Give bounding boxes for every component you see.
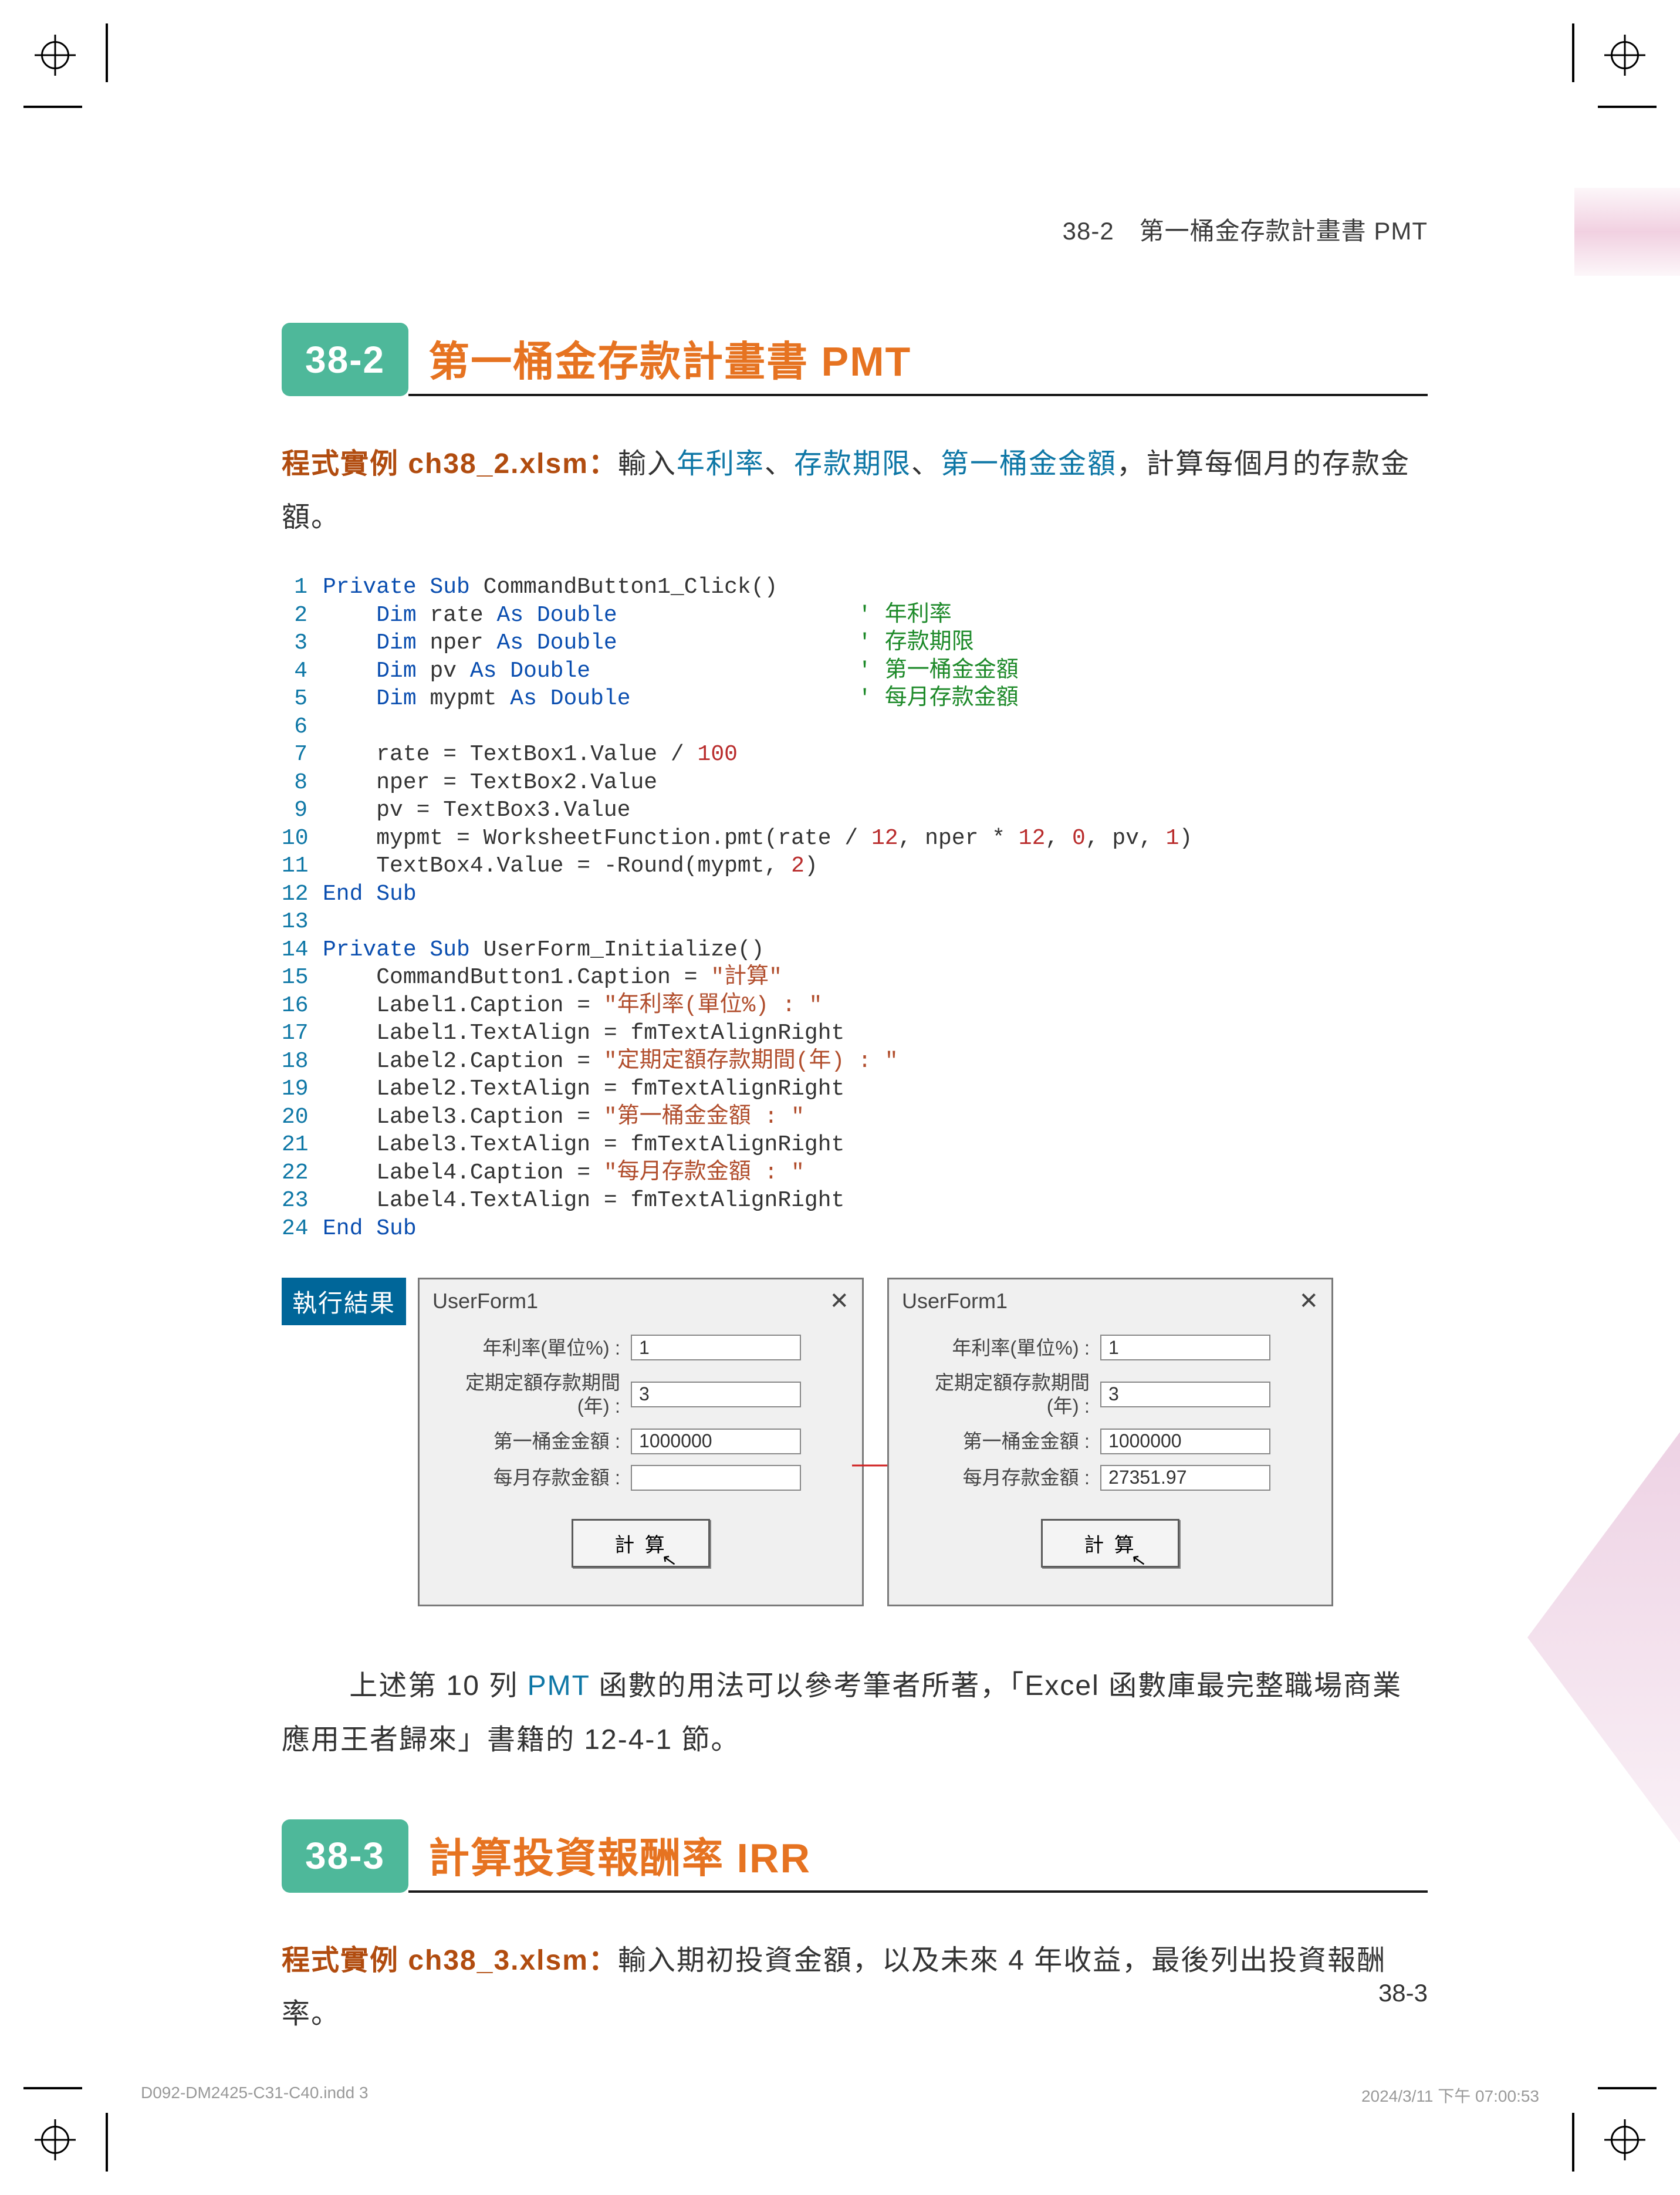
line-number: 15 — [282, 964, 323, 992]
input-rate[interactable] — [1100, 1335, 1270, 1360]
section-badge-38-3: 38-3 — [282, 1819, 408, 1893]
input-monthly[interactable] — [1100, 1465, 1270, 1491]
line-number: 19 — [282, 1075, 323, 1103]
code-line: 5 Dim mypmt As Double ' 每月存款金額 — [282, 685, 1428, 713]
input-target[interactable] — [631, 1429, 801, 1454]
code-line: 11 TextBox4.Value = -Round(mypmt, 2) — [282, 852, 1428, 880]
intro-38-2: 程式實例 ch38_2.xlsm：輸入年利率、存款期限、第一桶金金額，計算每個月… — [282, 437, 1428, 544]
code-line: 16 Label1.Caption = "年利率(單位%) : " — [282, 992, 1428, 1020]
label-monthly: 每月存款金額 : — [912, 1466, 1100, 1490]
code-line: 7 rate = TextBox1.Value / 100 — [282, 741, 1428, 769]
code-line: 9 pv = TextBox3.Value — [282, 796, 1428, 825]
indd-filename: D092-DM2425-C31-C40.indd 3 — [141, 2083, 369, 2107]
line-number: 14 — [282, 936, 323, 964]
section-title-38-2: 第一桶金存款計畫書 PMT — [408, 323, 1428, 396]
paragraph-pmt-note: 上述第 10 列 PMT 函數的用法可以參考筆者所著，「Excel 函數庫最完整… — [282, 1659, 1428, 1766]
code-line: 15 CommandButton1.Caption = "計算" — [282, 964, 1428, 992]
input-period[interactable] — [631, 1382, 801, 1407]
close-icon[interactable]: ✕ — [830, 1288, 850, 1315]
code-line: 2 Dim rate As Double ' 年利率 — [282, 602, 1428, 630]
code-line: 6 — [282, 713, 1428, 741]
code-line: 12End Sub — [282, 880, 1428, 909]
line-number: 20 — [282, 1103, 323, 1132]
line-number: 7 — [282, 741, 323, 769]
line-number: 3 — [282, 629, 323, 657]
code-line: 8 nper = TextBox2.Value — [282, 769, 1428, 797]
close-icon[interactable]: ✕ — [1299, 1288, 1319, 1315]
userform-pair: UserForm1 ✕ 年利率(單位%) : 定期定額存款期間(年) : 第一桶… — [418, 1278, 1333, 1606]
line-number: 6 — [282, 713, 323, 741]
page-number: 38-3 — [1378, 1979, 1428, 2007]
line-number: 11 — [282, 852, 323, 880]
label-period: 定期定額存款期間(年) : — [912, 1371, 1100, 1417]
line-number: 10 — [282, 825, 323, 853]
line-number: 22 — [282, 1159, 323, 1187]
code-line: 1Private Sub CommandButton1_Click() — [282, 573, 1428, 602]
label-rate: 年利率(單位%) : — [443, 1336, 631, 1360]
code-line: 17 Label1.TextAlign = fmTextAlignRight — [282, 1019, 1428, 1048]
running-head: 38-2 第一桶金存款計畫書 PMT — [1063, 211, 1428, 247]
line-number: 21 — [282, 1131, 323, 1159]
line-number: 2 — [282, 602, 323, 630]
result-badge: 執行結果 — [282, 1278, 406, 1325]
line-number: 1 — [282, 573, 323, 602]
cursor-icon: ↖ — [660, 1548, 681, 1572]
result-row: 執行結果 UserForm1 ✕ 年利率(單位%) : 定期定額存款期間(年) … — [282, 1278, 1428, 1606]
code-line: 23 Label4.TextAlign = fmTextAlignRight — [282, 1187, 1428, 1215]
line-number: 18 — [282, 1048, 323, 1076]
line-number: 5 — [282, 685, 323, 713]
userform-titlebar: UserForm1 ✕ — [420, 1279, 862, 1323]
indd-timestamp: 2024/3/11 下午 07:00:53 — [1361, 2083, 1539, 2107]
line-number: 16 — [282, 992, 323, 1020]
userform-title: UserForm1 — [432, 1289, 538, 1313]
userform-title: UserForm1 — [902, 1289, 1008, 1313]
label-monthly: 每月存款金額 : — [443, 1466, 631, 1490]
line-number: 4 — [282, 657, 323, 685]
program-filename: 程式實例 ch38_3.xlsm： — [282, 1945, 618, 1976]
intro-38-3: 程式實例 ch38_3.xlsm：輸入期初投資金額，以及未來 4 年收益，最後列… — [282, 1934, 1428, 2041]
calculate-button[interactable]: 計 算 ↖ — [572, 1519, 709, 1568]
line-number: 17 — [282, 1019, 323, 1048]
input-rate[interactable] — [631, 1335, 801, 1360]
label-period: 定期定額存款期間(年) : — [443, 1371, 631, 1417]
program-filename: 程式實例 ch38_2.xlsm： — [282, 448, 618, 479]
code-line: 21 Label3.TextAlign = fmTextAlignRight — [282, 1131, 1428, 1159]
input-period[interactable] — [1100, 1382, 1270, 1407]
userform-before: UserForm1 ✕ 年利率(單位%) : 定期定額存款期間(年) : 第一桶… — [418, 1278, 864, 1606]
code-line: 22 Label4.Caption = "每月存款金額 : " — [282, 1159, 1428, 1187]
line-number: 9 — [282, 796, 323, 825]
code-line: 3 Dim nper As Double ' 存款期限 — [282, 629, 1428, 657]
code-line: 14Private Sub UserForm_Initialize() — [282, 936, 1428, 964]
line-number: 24 — [282, 1215, 323, 1243]
code-line: 19 Label2.TextAlign = fmTextAlignRight — [282, 1075, 1428, 1103]
section-badge-38-2: 38-2 — [282, 323, 408, 396]
code-line: 18 Label2.Caption = "定期定額存款期間(年) : " — [282, 1048, 1428, 1076]
userform-titlebar: UserForm1 ✕ — [889, 1279, 1331, 1323]
section-38-2-heading: 38-2 第一桶金存款計畫書 PMT — [282, 323, 1428, 396]
line-number: 8 — [282, 769, 323, 797]
line-number: 12 — [282, 880, 323, 909]
section-title-38-3: 計算投資報酬率 IRR — [408, 1819, 1428, 1893]
userform-after: UserForm1 ✕ 年利率(單位%) : 定期定額存款期間(年) : 第一桶… — [887, 1278, 1333, 1606]
line-number: 13 — [282, 908, 323, 936]
code-line: 24End Sub — [282, 1215, 1428, 1243]
section-38-3-heading: 38-3 計算投資報酬率 IRR — [282, 1819, 1428, 1893]
label-target: 第一桶金金額 : — [443, 1430, 631, 1453]
calculate-button[interactable]: 計 算 ↖ — [1041, 1519, 1179, 1568]
code-line: 10 mypmt = WorksheetFunction.pmt(rate / … — [282, 825, 1428, 853]
page-content: 38-2 第一桶金存款計畫書 PMT 38-2 第一桶金存款計畫書 PMT 程式… — [0, 0, 1680, 2195]
code-line: 13 — [282, 908, 1428, 936]
line-number: 23 — [282, 1187, 323, 1215]
indesign-slug: D092-DM2425-C31-C40.indd 3 2024/3/11 下午 … — [141, 2083, 1539, 2107]
label-target: 第一桶金金額 : — [912, 1430, 1100, 1453]
code-listing-38-2: 1Private Sub CommandButton1_Click()2 Dim… — [282, 573, 1428, 1242]
label-rate: 年利率(單位%) : — [912, 1336, 1100, 1360]
code-line: 20 Label3.Caption = "第一桶金金額 : " — [282, 1103, 1428, 1132]
cursor-icon: ↖ — [1130, 1548, 1150, 1572]
code-line: 4 Dim pv As Double ' 第一桶金金額 — [282, 657, 1428, 685]
input-target[interactable] — [1100, 1429, 1270, 1454]
input-monthly[interactable] — [631, 1465, 801, 1491]
